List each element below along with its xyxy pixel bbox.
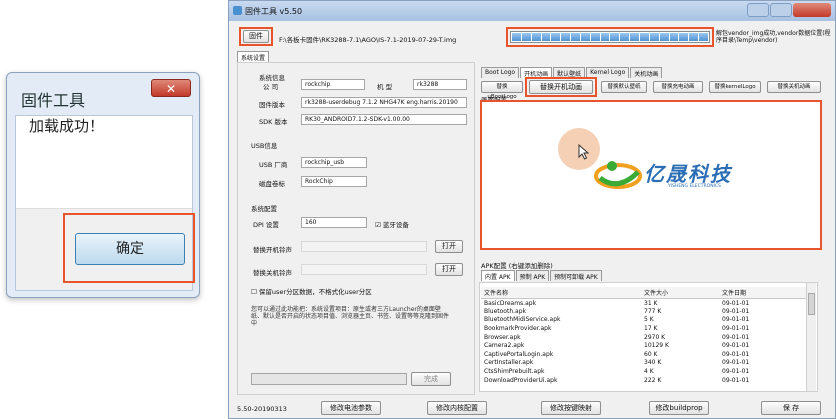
keep-user-checkbox[interactable]: ☐ 保留user分区数据，不格式化user分区 [251, 286, 372, 296]
replace-uboot-logo-button[interactable]: 替换uBootLogo [481, 81, 523, 100]
col-file-date[interactable]: 文件日期 [719, 287, 806, 299]
logo-text: 亿晟科技 [644, 162, 732, 186]
info-text: 您可以通过此功能把：系统设置项目：原生或者三方Launcher的桌面壁纸、默认是… [251, 306, 450, 327]
dialog-close-icon[interactable]: ✕ [151, 79, 191, 97]
main-window: 固件工具 v5.50 固件 F:\各板卡固件\RK3288-7.1\AGO\IS… [228, 0, 836, 419]
usb-vendor-label: USB 厂商 [259, 161, 288, 169]
boot-ring-label: 替换开机铃声 [253, 246, 292, 254]
dialog-message: 加载成功！ [29, 117, 105, 135]
buildprop-button[interactable]: 修改buildprop [649, 401, 709, 415]
animation-preview: 亿晟科技 YISHENG ELECTRONICS [480, 100, 822, 250]
table-row[interactable]: CaptivePortalLogin.apk 60 K 09-01-01 [481, 350, 806, 359]
tab-builtin-apk[interactable]: 内置 APK [481, 270, 515, 281]
firmware-button-highlight [239, 27, 273, 46]
close-icon[interactable] [793, 3, 831, 17]
model-field[interactable]: rk3288 [413, 79, 467, 90]
disk-field[interactable]: RockChip [301, 176, 367, 187]
maximize-icon[interactable] [770, 3, 792, 17]
apk-table: 文件名称 文件大小 文件日期 BasicDreams.apk 31 K 09-01-… [481, 287, 806, 384]
window-title: 固件工具 v5.50 [245, 7, 303, 16]
table-row[interactable]: CtsShimPrebuilt.apk 4 K 09-01-01 [481, 367, 806, 376]
replace-kernel-logo-button[interactable]: 替换kernelLogo [709, 81, 761, 93]
replace-charge-animation-button[interactable]: 替换充电动画 [653, 81, 703, 93]
config-group: 系统配置 [251, 205, 277, 213]
finish-button[interactable]: 完成 [411, 372, 451, 386]
save-button[interactable]: 保 存 [761, 401, 821, 415]
sdk-label: SDK 版本 [259, 118, 288, 126]
company-logo-icon [594, 161, 642, 189]
model-label: 机 型 [377, 83, 393, 91]
boot-ring-field[interactable] [301, 241, 427, 252]
dialog-ok-button[interactable]: 确定 [75, 233, 185, 265]
tab-boot-logo[interactable]: Boot Logo [481, 67, 520, 78]
logo-subtext: YISHENG ELECTRONICS [668, 184, 721, 189]
company-field[interactable]: rockchip [301, 79, 365, 90]
table-row[interactable]: CertInstaller.apk 340 K 09-01-01 [481, 359, 806, 368]
replace-shutdown-animation-button[interactable]: 替换关机动画 [767, 81, 821, 93]
cursor-icon [578, 144, 590, 160]
table-row[interactable]: DownloadProviderUi.apk 222 K 09-01-01 [481, 376, 806, 385]
disk-label: 磁盘卷标 [259, 180, 285, 188]
dialog-title: 固件工具 [21, 91, 86, 110]
col-file-size[interactable]: 文件大小 [641, 287, 719, 299]
tab-preset-apk[interactable]: 预制 APK [515, 270, 550, 281]
battery-params-button[interactable]: 修改电池参数 [321, 401, 381, 415]
apk-tabs: 内置 APK 预制 APK 预制可卸载 APK [481, 270, 603, 281]
minimize-icon[interactable] [747, 3, 769, 17]
table-row[interactable]: BookmarkProvider.apk 17 K 09-01-01 [481, 324, 806, 333]
table-row[interactable]: Browser.apk 2970 K 09-01-01 [481, 333, 806, 342]
table-row[interactable]: Bluetooth.apk 777 K 09-01-01 [481, 307, 806, 316]
tab-uninstallable-apk[interactable]: 预制可卸载 APK [550, 270, 602, 281]
apk-scrollbar[interactable] [806, 283, 816, 391]
bottom-progress-bar [251, 373, 407, 385]
table-row[interactable]: Camera2.apk 10129 K 09-01-01 [481, 341, 806, 350]
company-label: 公 司 [263, 83, 279, 91]
sdk-field[interactable]: RK30_ANDROID7.1.2-SDK-v1.00.00 [301, 114, 467, 125]
shutdown-ring-open-button[interactable]: 打开 [435, 263, 463, 276]
usb-vendor-field[interactable]: rockchip_usb [301, 157, 367, 168]
apk-config-label: APK配置 (右键添加删除) [481, 262, 553, 270]
col-file-name[interactable]: 文件名称 [481, 287, 641, 299]
fw-version-label: 固件版本 [259, 101, 285, 109]
boot-ring-open-button[interactable]: 打开 [435, 240, 463, 253]
table-row[interactable]: BasicDreams.apk 31 K 09-01-01 [481, 299, 806, 308]
tab-system-settings[interactable]: 系统设置 [237, 51, 270, 62]
keep-user-label: 保留user分区数据，不格式化user分区 [258, 288, 372, 296]
bluetooth-checkbox[interactable]: ☑ 蓝牙设备 [375, 219, 409, 229]
success-dialog: 固件工具 ✕ 加载成功！ 确定 [6, 72, 200, 298]
progress-highlight [506, 27, 714, 47]
fw-version-field[interactable]: rk3288-userdebug 7.1.2 NHG47K eng.harris… [301, 97, 467, 108]
app-icon [233, 6, 242, 15]
tab-shutdown-animation[interactable]: 关机动画 [630, 67, 663, 78]
key-mapping-button[interactable]: 修改按键映射 [541, 401, 601, 415]
dpi-label: DPI 设置 [253, 221, 279, 229]
firmware-path: F:\各板卡固件\RK3288-7.1\AGO\IS-7.1-2019-07-2… [279, 36, 457, 44]
bluetooth-label: 蓝牙设备 [382, 221, 409, 229]
title-bar: 固件工具 v5.50 [229, 1, 835, 21]
progress-note: 解包vendor_img成功,vendor数据位置(程序目录\Temp\vend… [716, 30, 831, 44]
scrollbar-thumb[interactable] [808, 293, 815, 315]
usb-group: USB信息 [251, 142, 278, 150]
kernel-config-button[interactable]: 修改内核配置 [427, 401, 487, 415]
version-label: 5.50-20190313 [237, 405, 287, 413]
shutdown-ring-field[interactable] [301, 264, 427, 275]
table-row[interactable]: BluetoothMidiService.apk 5 K 09-01-01 [481, 316, 806, 325]
dpi-field[interactable]: 160 [301, 217, 367, 228]
boot-animation-highlight [525, 77, 597, 97]
shutdown-ring-label: 替换关机铃声 [253, 269, 292, 277]
replace-wallpaper-button[interactable]: 替换默认壁纸 [601, 81, 647, 93]
